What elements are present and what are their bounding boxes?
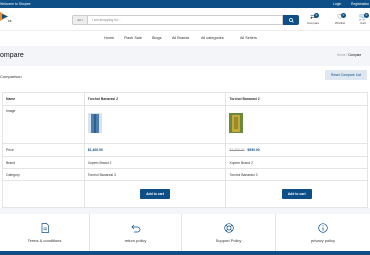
breadcrumb: Home / Compare xyxy=(337,53,361,57)
register-link[interactable]: Registration xyxy=(351,2,369,6)
table-row: Name Torchol Banarasi 2 Torchol Banarasi… xyxy=(2,92,368,106)
cart-button[interactable]: 🛒 0 Cart xyxy=(352,13,370,28)
product-name[interactable]: Torchol Banarasi 2 xyxy=(225,92,368,106)
table-row: Price $1,400.00 $1,400.00 $950.00 xyxy=(2,143,368,157)
product-brand: Xopem Brand 2 xyxy=(83,156,227,169)
cart-cell: Add to cart xyxy=(83,180,227,208)
footer-support[interactable]: Support Policy xyxy=(182,214,276,255)
header: ex All ▾ I am shopping for... ⇄ 0 Compar… xyxy=(0,8,370,30)
bottom-strip xyxy=(0,251,370,255)
support-icon xyxy=(223,223,234,233)
wishlist-label: Wishlist xyxy=(334,21,346,25)
nav-item-all-brands[interactable]: All Brands xyxy=(172,36,189,40)
compare-icon: ⇄ xyxy=(310,14,316,21)
footer-return-label: return policy xyxy=(124,238,147,243)
product-old-price: $1,400.00 xyxy=(229,148,245,152)
add-to-cart-button[interactable]: Add to cart xyxy=(140,189,171,199)
nav-item-blogs[interactable]: Blogs xyxy=(152,36,162,40)
welcome-text: Welcome to Shopee xyxy=(0,2,31,6)
cart-label: Cart xyxy=(360,21,366,25)
search-button[interactable] xyxy=(283,15,299,25)
chevron-down-icon: ▾ xyxy=(81,18,83,22)
footer-return[interactable]: return policy xyxy=(90,214,182,255)
policy-footer: Terms & conditions return policy Support… xyxy=(0,214,370,255)
product-price: $950.00 xyxy=(247,148,260,152)
footer-support-label: Support Policy xyxy=(215,238,242,243)
return-icon xyxy=(131,224,140,233)
table-row: Add to cart Add to cart xyxy=(2,180,368,208)
row-label-price: Price xyxy=(2,143,85,157)
row-label-name: Name xyxy=(2,92,85,106)
category-select-value: All xyxy=(77,18,81,22)
category-select[interactable]: All ▾ xyxy=(72,15,87,25)
product-price: $1,400.00 xyxy=(87,148,103,152)
logo-icon[interactable] xyxy=(0,12,8,21)
page-title-bar: ompare Home / Compare xyxy=(0,46,370,64)
row-label-image: Image xyxy=(2,105,85,144)
cart-count: 0 xyxy=(364,13,369,18)
product-brand: Xopem Brand 2 xyxy=(225,156,368,169)
product-category: Torchol Banarasi 3 xyxy=(225,168,368,181)
empty-cell xyxy=(2,180,85,208)
nav-item-all-categories[interactable]: All categories xyxy=(201,36,224,40)
top-bar: Welcome to Shopee Login Registration xyxy=(0,0,370,8)
cart-cell: Add to cart xyxy=(225,180,368,208)
comparison-card: Comparison Reset Compare List Name Torch… xyxy=(0,66,370,208)
product-image[interactable] xyxy=(87,113,102,133)
main-nav: Home Flash Sale Blogs All Brands All cat… xyxy=(0,30,370,46)
product-name[interactable]: Torchol Banarasi 2 xyxy=(83,92,227,106)
wishlist-button[interactable]: ♡ 0 Wishlist xyxy=(329,13,351,28)
nav-item-all-sellers[interactable]: All Sellers xyxy=(240,36,257,40)
nav-item-flash-sale[interactable]: Flash Sale xyxy=(124,36,142,40)
wishlist-count: 0 xyxy=(341,13,346,18)
add-to-cart-button[interactable]: Add to cart xyxy=(281,189,312,199)
footer-terms-label: Terms & conditions xyxy=(27,238,62,243)
table-row: Brand Xopem Brand 2 Xopem Brand 2 xyxy=(2,156,368,169)
product-image-cell xyxy=(83,105,227,144)
search-icon xyxy=(288,17,294,23)
search-placeholder: I am shopping for... xyxy=(92,18,121,22)
heart-icon: ♡ xyxy=(336,14,344,21)
reset-compare-button[interactable]: Reset Compare List xyxy=(325,70,367,80)
breadcrumb-current: Compare xyxy=(348,53,362,57)
footer-terms[interactable]: Terms & conditions xyxy=(0,214,90,255)
breadcrumb-home[interactable]: Home xyxy=(337,53,346,57)
privacy-icon xyxy=(318,223,328,233)
logo-text: ex xyxy=(8,19,12,23)
login-link[interactable]: Login xyxy=(333,2,341,6)
search-input[interactable]: I am shopping for... xyxy=(87,15,283,25)
row-label-category: Category xyxy=(2,168,85,181)
product-price-cell: $1,400.00 xyxy=(83,143,227,157)
nav-item-home[interactable]: Home xyxy=(104,36,114,40)
footer-privacy[interactable]: privacy policy xyxy=(276,214,370,255)
compare-count: 0 xyxy=(314,13,319,18)
table-row: Image xyxy=(2,105,368,144)
document-icon xyxy=(41,223,49,233)
comparison-title: Comparison xyxy=(0,74,22,79)
compare-button[interactable]: ⇄ 0 Compare xyxy=(302,13,324,28)
row-label-brand: Brand xyxy=(2,156,85,169)
product-image[interactable] xyxy=(229,113,244,133)
footer-privacy-label: privacy policy xyxy=(310,238,335,243)
product-price-cell: $1,400.00 $950.00 xyxy=(225,143,368,157)
product-category: Torchol Banarasi 3 xyxy=(83,168,227,181)
table-row: Category Torchol Banarasi 3 Torchol Bana… xyxy=(2,168,368,181)
compare-label: Compare xyxy=(306,21,320,25)
page-title: ompare xyxy=(0,52,24,59)
comparison-table: Name Torchol Banarasi 2 Torchol Banarasi… xyxy=(2,92,368,208)
product-image-cell xyxy=(225,105,368,144)
